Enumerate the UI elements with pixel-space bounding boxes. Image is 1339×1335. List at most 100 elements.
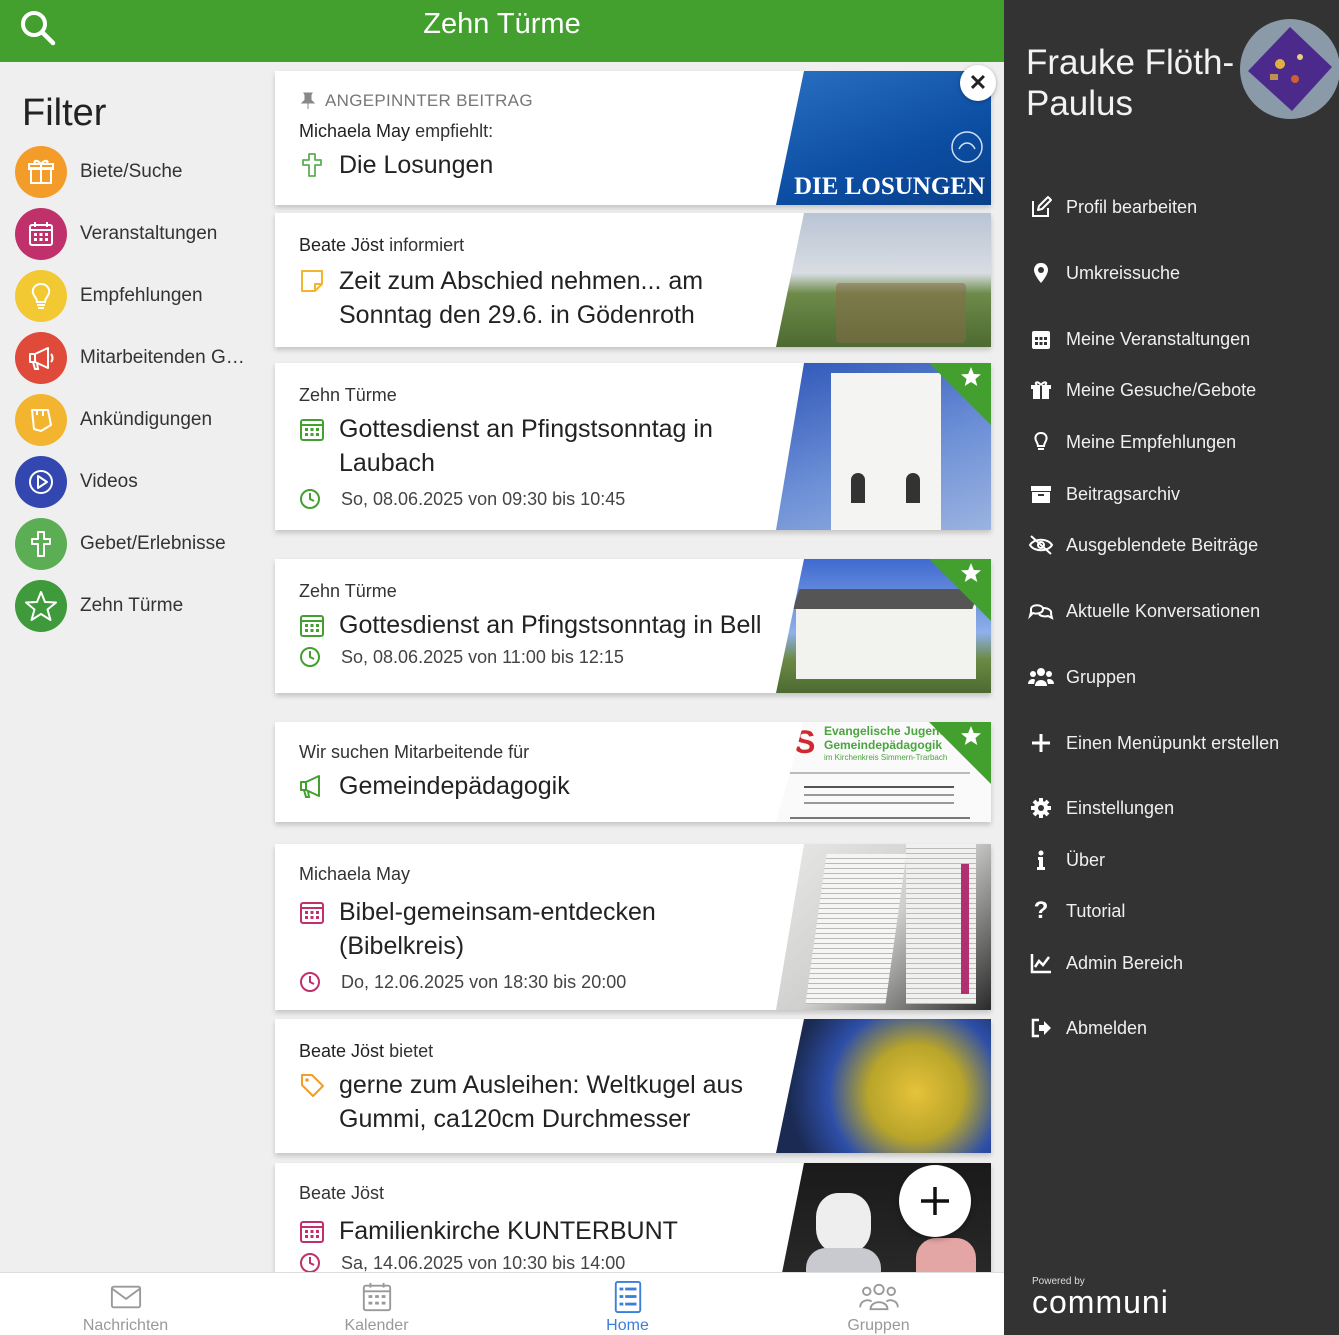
nav-label: Gruppen — [847, 1317, 910, 1334]
post-date: So, 08.06.2025 von 09:30 bis 10:45 — [299, 488, 779, 510]
menu-aktuelle-konversationen[interactable]: Aktuelle Konversationen — [1028, 596, 1260, 626]
archive-icon — [1028, 481, 1054, 507]
post-author[interactable]: Zehn Türme — [299, 581, 779, 602]
menu-label: Beitragsarchiv — [1066, 483, 1181, 504]
map-pin-icon — [1028, 260, 1054, 286]
megaphone-icon — [300, 775, 320, 798]
cross-icon — [302, 153, 322, 177]
question-icon: ? — [1033, 897, 1049, 924]
people-icon — [858, 1283, 899, 1311]
close-pinned-button[interactable]: ✕ — [960, 65, 996, 101]
post-image — [776, 1019, 991, 1153]
app-title: Zehn Türme — [423, 8, 581, 40]
edit-icon — [1028, 194, 1054, 220]
menu-label: Einstellungen — [1066, 797, 1175, 818]
post-author-line: Michaela May empfiehlt: — [299, 121, 779, 142]
tag-icon — [301, 1074, 324, 1097]
post-author[interactable]: Beate Jöst — [299, 1183, 779, 1204]
menu-label: Tutorial — [1066, 900, 1126, 921]
menu-meine-gesuche-gebote[interactable]: Meine Gesuche/Gebote — [1028, 375, 1256, 405]
info-icon — [1028, 847, 1054, 873]
post-author[interactable]: Zehn Türme — [299, 385, 779, 406]
menu-einstellungen[interactable]: Einstellungen — [1028, 793, 1174, 823]
pinned-label: ANGEPINNTER BEITRAG — [299, 91, 779, 111]
menu-label: Meine Veranstaltungen — [1066, 328, 1251, 349]
post-date-text: Sa, 14.06.2025 von 10:30 bis 14:00 — [341, 1252, 626, 1273]
post-card[interactable]: Beate Jöst bietet gerne zum Ausleihen: W… — [275, 1019, 991, 1153]
post-headline: Die Losungen — [299, 148, 779, 182]
post-author[interactable]: Michaela May — [299, 864, 779, 885]
post-date: Do, 12.06.2025 von 18:30 bis 20:00 — [299, 971, 779, 993]
menu-umkreissuche[interactable]: Umkreissuche — [1028, 258, 1180, 288]
post-verb: bietet — [389, 1041, 434, 1061]
menu-label: Abmelden — [1066, 1017, 1148, 1038]
post-card[interactable]: Zehn Türme Gottesdienst an Pfingstsonnta… — [275, 559, 991, 693]
post-title: Die Losungen — [339, 151, 494, 179]
post-card[interactable]: Ѕ Evangelische Jugend Gemeindepädagogik i… — [275, 722, 991, 822]
eye-slash-icon — [1028, 532, 1054, 558]
post-author-line: Beate Jöst informiert — [299, 235, 779, 256]
nav-label: Kalender — [344, 1317, 409, 1334]
post-card[interactable]: Zehn Türme Gottesdienst an Pfingstsonnta… — [275, 363, 991, 530]
menu-tutorial[interactable]: ? Tutorial — [1028, 896, 1126, 926]
calendar-icon — [300, 419, 324, 441]
gear-icon — [1028, 795, 1054, 821]
bottom-navigation: Nachrichten Kalender Home Gruppen — [0, 1272, 1004, 1335]
clock-icon — [300, 647, 320, 667]
post-date-text: So, 08.06.2025 von 09:30 bis 10:45 — [341, 488, 626, 509]
menu-abmelden[interactable]: Abmelden — [1028, 1013, 1147, 1043]
calendar-icon — [300, 902, 324, 924]
lightbulb-icon — [1028, 429, 1054, 455]
post-card[interactable]: Michaela May Bibel-gemeinsam-entdecken (… — [275, 844, 991, 1010]
post-image — [776, 213, 991, 347]
pinned-text: ANGEPINNTER BEITRAG — [325, 91, 533, 110]
post-verb: informiert — [389, 235, 465, 255]
logo-icon — [951, 131, 983, 163]
menu-ausgeblendete-beitraege[interactable]: Ausgeblendete Beiträge — [1028, 530, 1258, 560]
chat-icon — [1028, 598, 1054, 624]
menu-admin-bereich[interactable]: Admin Bereich — [1028, 948, 1183, 978]
menu-menuepunkt-erstellen[interactable]: Einen Menüpunkt erstellen — [1028, 728, 1279, 758]
post-author[interactable]: Beate Jöst — [299, 1041, 384, 1061]
menu-meine-veranstaltungen[interactable]: Meine Veranstaltungen — [1028, 324, 1250, 354]
post-headline: gerne zum Ausleihen: Weltkugel aus Gummi… — [299, 1068, 779, 1136]
menu-ueber[interactable]: Über — [1028, 845, 1105, 875]
nav-home[interactable]: Home — [502, 1273, 753, 1335]
post-title: Familienkirche KUNTERBUNT — [339, 1217, 678, 1245]
menu-gruppen[interactable]: Gruppen — [1028, 662, 1136, 692]
calendar-icon — [1028, 326, 1054, 352]
menu-label: Profil bearbeiten — [1066, 196, 1198, 217]
post-card[interactable]: Beate Jöst Familienkirche KUNTERBUNT Sa,… — [275, 1163, 991, 1272]
users-icon — [1028, 664, 1054, 690]
menu-profil-bearbeiten[interactable]: Profil bearbeiten — [1028, 192, 1197, 222]
post-title: gerne zum Ausleihen: Weltkugel aus Gummi… — [339, 1071, 743, 1133]
post-title: Gottesdienst an Pfingstsonntag in Bell — [339, 611, 762, 639]
nav-nachrichten[interactable]: Nachrichten — [0, 1273, 251, 1335]
post-author[interactable]: Beate Jöst — [299, 235, 384, 255]
nav-gruppen[interactable]: Gruppen — [753, 1273, 1004, 1335]
avatar[interactable] — [1240, 19, 1339, 119]
list-icon — [614, 1281, 641, 1313]
logo-icon: Ѕ — [794, 724, 816, 760]
post-headline: Zeit zum Abschied nehmen... am Sonntag d… — [299, 264, 779, 332]
menu-label: Admin Bereich — [1066, 952, 1184, 973]
image-caption: DIE LOSUNGEN — [793, 173, 985, 200]
post-author-line: Beate Jöst bietet — [299, 1041, 779, 1062]
post-card[interactable]: DIE LOSUNGEN ANGEPINNTER BEITRAG Michael… — [275, 71, 991, 205]
post-author[interactable]: Michaela May — [299, 121, 410, 141]
add-post-button[interactable] — [899, 1165, 971, 1237]
powered-by-logo[interactable]: Powered by communi — [1032, 1276, 1169, 1318]
close-icon: ✕ — [968, 70, 988, 95]
menu-label: Ausgeblendete Beiträge — [1066, 534, 1259, 555]
post-headline: Gemeindepädagogik — [299, 769, 779, 803]
nav-label: Nachrichten — [82, 1317, 169, 1334]
chart-icon — [1028, 950, 1054, 976]
nav-kalender[interactable]: Kalender — [251, 1273, 502, 1335]
clock-icon — [300, 972, 320, 992]
menu-meine-empfehlungen[interactable]: Meine Empfehlungen — [1028, 427, 1236, 457]
post-card[interactable]: Beate Jöst informiert Zeit zum Abschied … — [275, 213, 991, 347]
calendar-icon — [300, 615, 324, 637]
clock-icon — [300, 489, 320, 509]
menu-beitragsarchiv[interactable]: Beitragsarchiv — [1028, 479, 1180, 509]
menu-label: Meine Gesuche/Gebote — [1066, 379, 1257, 400]
